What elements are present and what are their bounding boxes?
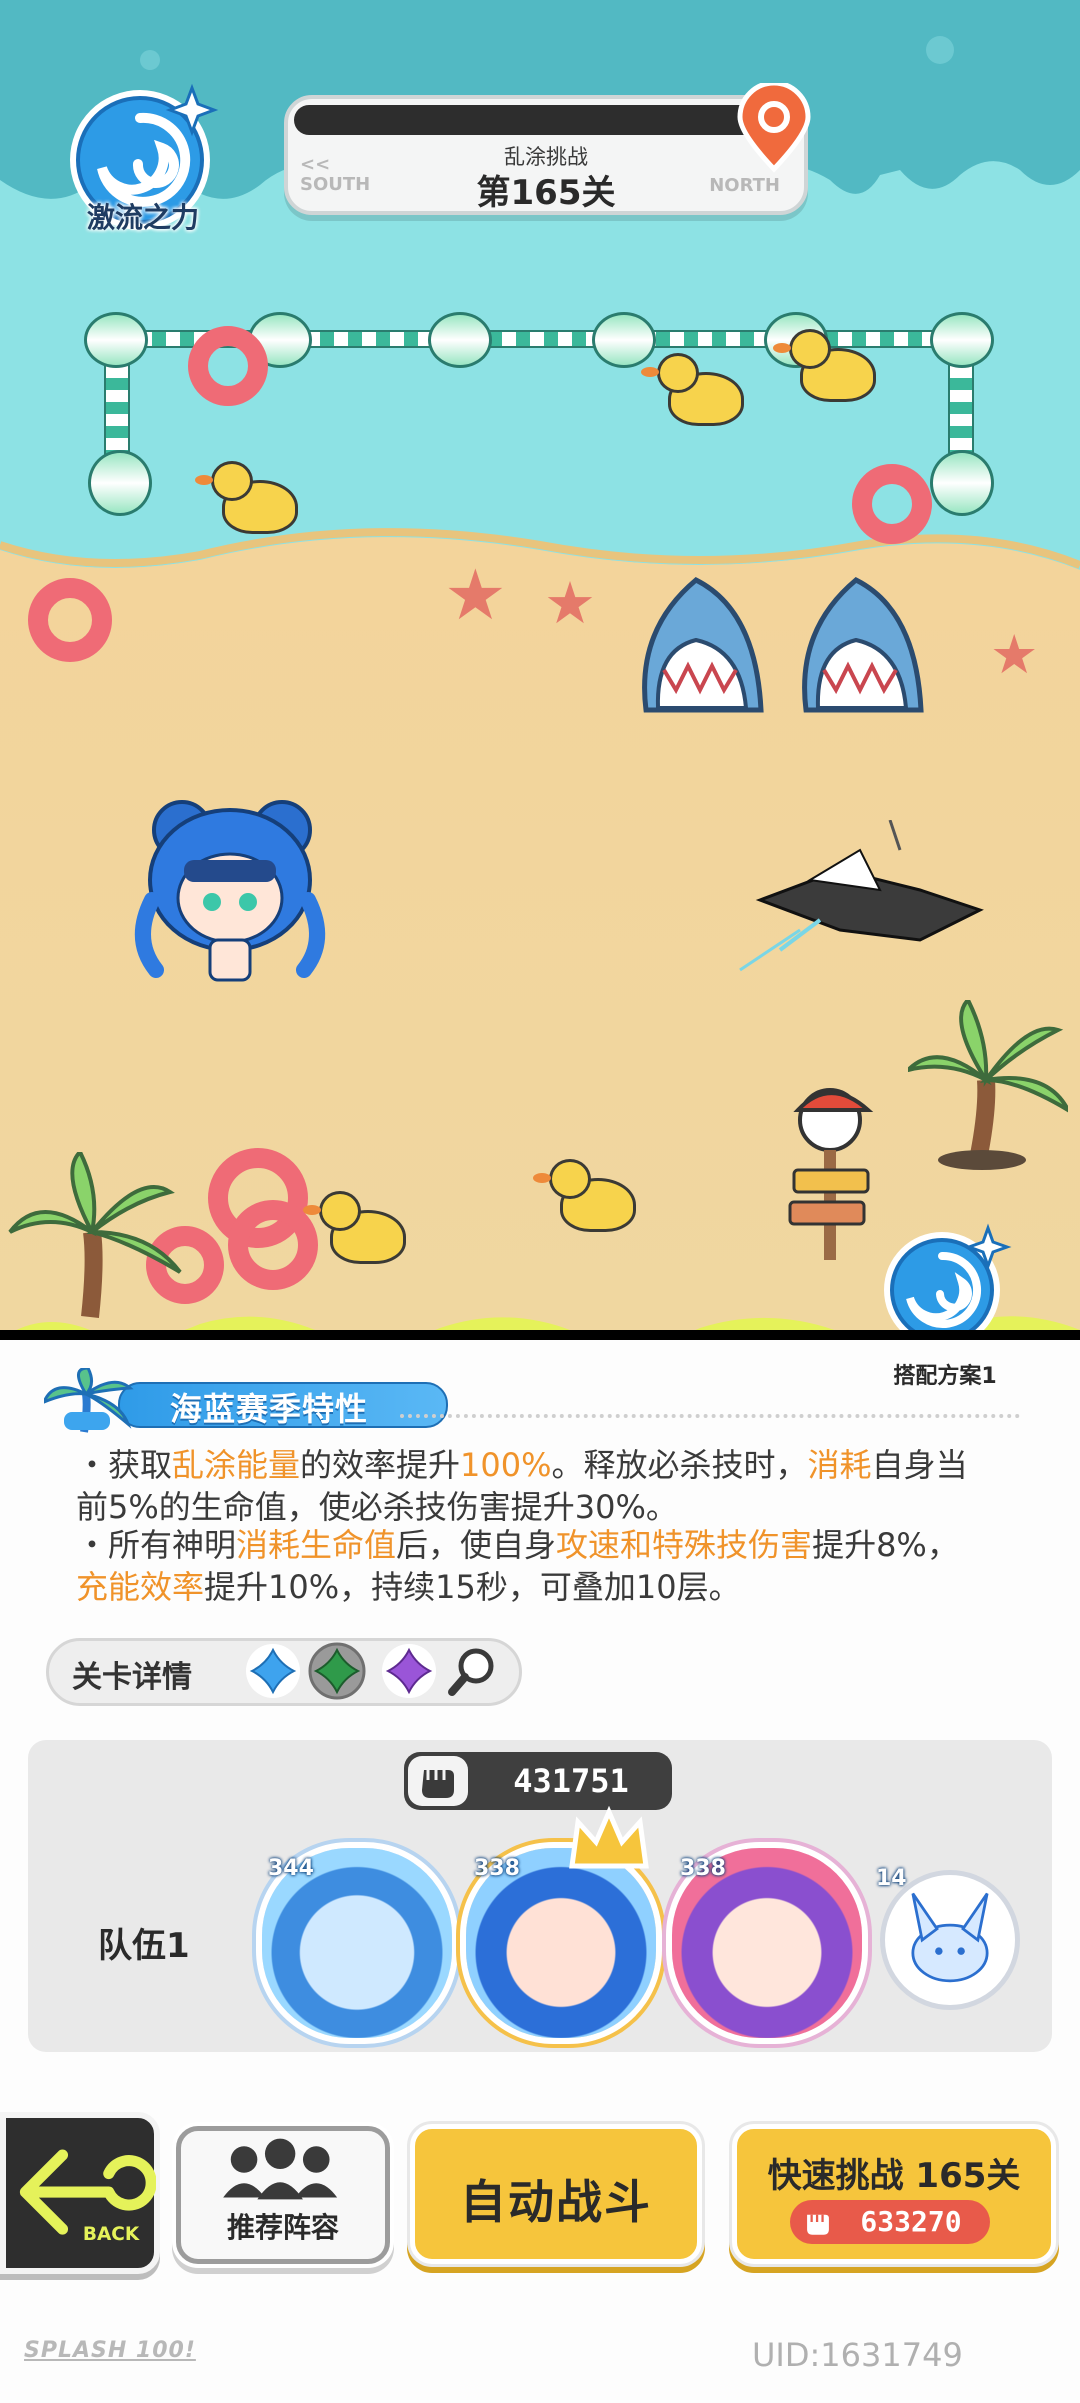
user-id: UID:1631749 <box>752 2336 963 2374</box>
svg-text:BACK: BACK <box>83 2224 140 2245</box>
rope-buoy <box>930 450 994 516</box>
rubber-duck <box>641 353 744 426</box>
rope-buoy <box>428 312 492 368</box>
back-button[interactable]: BACK <box>0 2112 160 2274</box>
team-label: 队伍1 <box>98 1926 190 1966</box>
crown-icon <box>569 1806 649 1869</box>
pet-portrait[interactable] <box>880 1870 1020 2010</box>
quick-challenge-cost: 633270 <box>860 2205 962 2238</box>
rubber-duck <box>303 1191 406 1264</box>
game-logo: SPLASH 100! <box>24 2338 196 2363</box>
shark-enemy <box>802 577 924 713</box>
fist-icon <box>408 1756 468 1806</box>
season-title: 海蓝赛季特性 <box>170 1390 369 1428</box>
rubber-duck <box>195 461 298 534</box>
direction-north: NORTH <box>709 175 780 196</box>
pet-level: 14 <box>876 1866 907 1891</box>
hit-effect <box>739 820 984 972</box>
shark-enemy <box>642 577 764 713</box>
purple-cross-icon[interactable] <box>380 1642 438 1700</box>
fist-icon <box>807 2214 829 2235</box>
back-arrow-icon: BACK <box>19 2149 157 2245</box>
torrent-power-label: 激流之力 <box>86 201 199 234</box>
swim-ring <box>28 578 112 662</box>
swim-ring <box>188 326 268 406</box>
hero-level-2: 338 <box>474 1856 520 1881</box>
rubber-duck <box>773 329 876 402</box>
hero-level-1: 344 <box>268 1856 314 1881</box>
green-cross-icon[interactable] <box>308 1642 366 1700</box>
rubber-duck <box>533 1159 636 1232</box>
team-plan-icon[interactable] <box>868 1220 1018 1330</box>
starfish: ★ <box>544 569 596 637</box>
rope-buoy <box>88 450 152 516</box>
location-pin-icon <box>737 83 811 173</box>
season-traits-header: 海蓝赛季特性 <box>44 1368 448 1434</box>
team-silhouette-icon <box>223 2138 338 2200</box>
palm-leaf-icon <box>44 1368 134 1433</box>
rope-buoy <box>84 312 148 368</box>
team-power-value: 431751 <box>513 1762 629 1800</box>
auto-battle-label[interactable]: 自动战斗 <box>410 2166 702 2232</box>
hero-level-3: 338 <box>680 1856 726 1881</box>
battle-scene: ★ ★ ★ << SOUTH 乱涂挑战 第165关 NORTH 激流之力 <box>0 0 1080 1330</box>
palm-tree <box>908 1000 1068 1170</box>
season-desc-line-4: 充能效率提升10%，持续15秒，可叠加10层。 <box>76 1568 741 1606</box>
level-details-label[interactable]: 关卡详情 <box>72 1652 192 1696</box>
quick-challenge-label[interactable]: 快速挑战 165关 <box>732 2148 1056 2197</box>
player-character <box>134 800 326 982</box>
blue-cross-icon[interactable] <box>244 1642 302 1700</box>
swim-ring <box>228 1200 318 1290</box>
recommended-lineup-label[interactable]: 推荐阵容 <box>176 2206 390 2246</box>
starfish: ★ <box>444 554 507 636</box>
rope-buoy <box>930 312 994 368</box>
rope-buoy <box>592 312 656 368</box>
starfish: ★ <box>990 623 1039 686</box>
palm-tree <box>8 1152 182 1318</box>
stage-progress-bar: << SOUTH 乱涂挑战 第165关 NORTH <box>284 83 811 215</box>
season-desc-line-2: 前5%的生命值，使必杀技伤害提升30%。 <box>76 1488 678 1526</box>
divider <box>400 1414 1020 1418</box>
swim-ring <box>852 464 932 544</box>
team-plan-label[interactable]: 搭配方案1 <box>870 1358 1020 1390</box>
season-desc-line-3: ・所有神明消耗生命值后，使自身攻速和特殊技伤害提升8%， <box>76 1526 959 1564</box>
season-desc-line-1: ・获取乱涂能量的效率提升100%。释放必杀技时，消耗自身当 <box>76 1446 968 1484</box>
magnifier-icon[interactable] <box>444 1644 500 1700</box>
